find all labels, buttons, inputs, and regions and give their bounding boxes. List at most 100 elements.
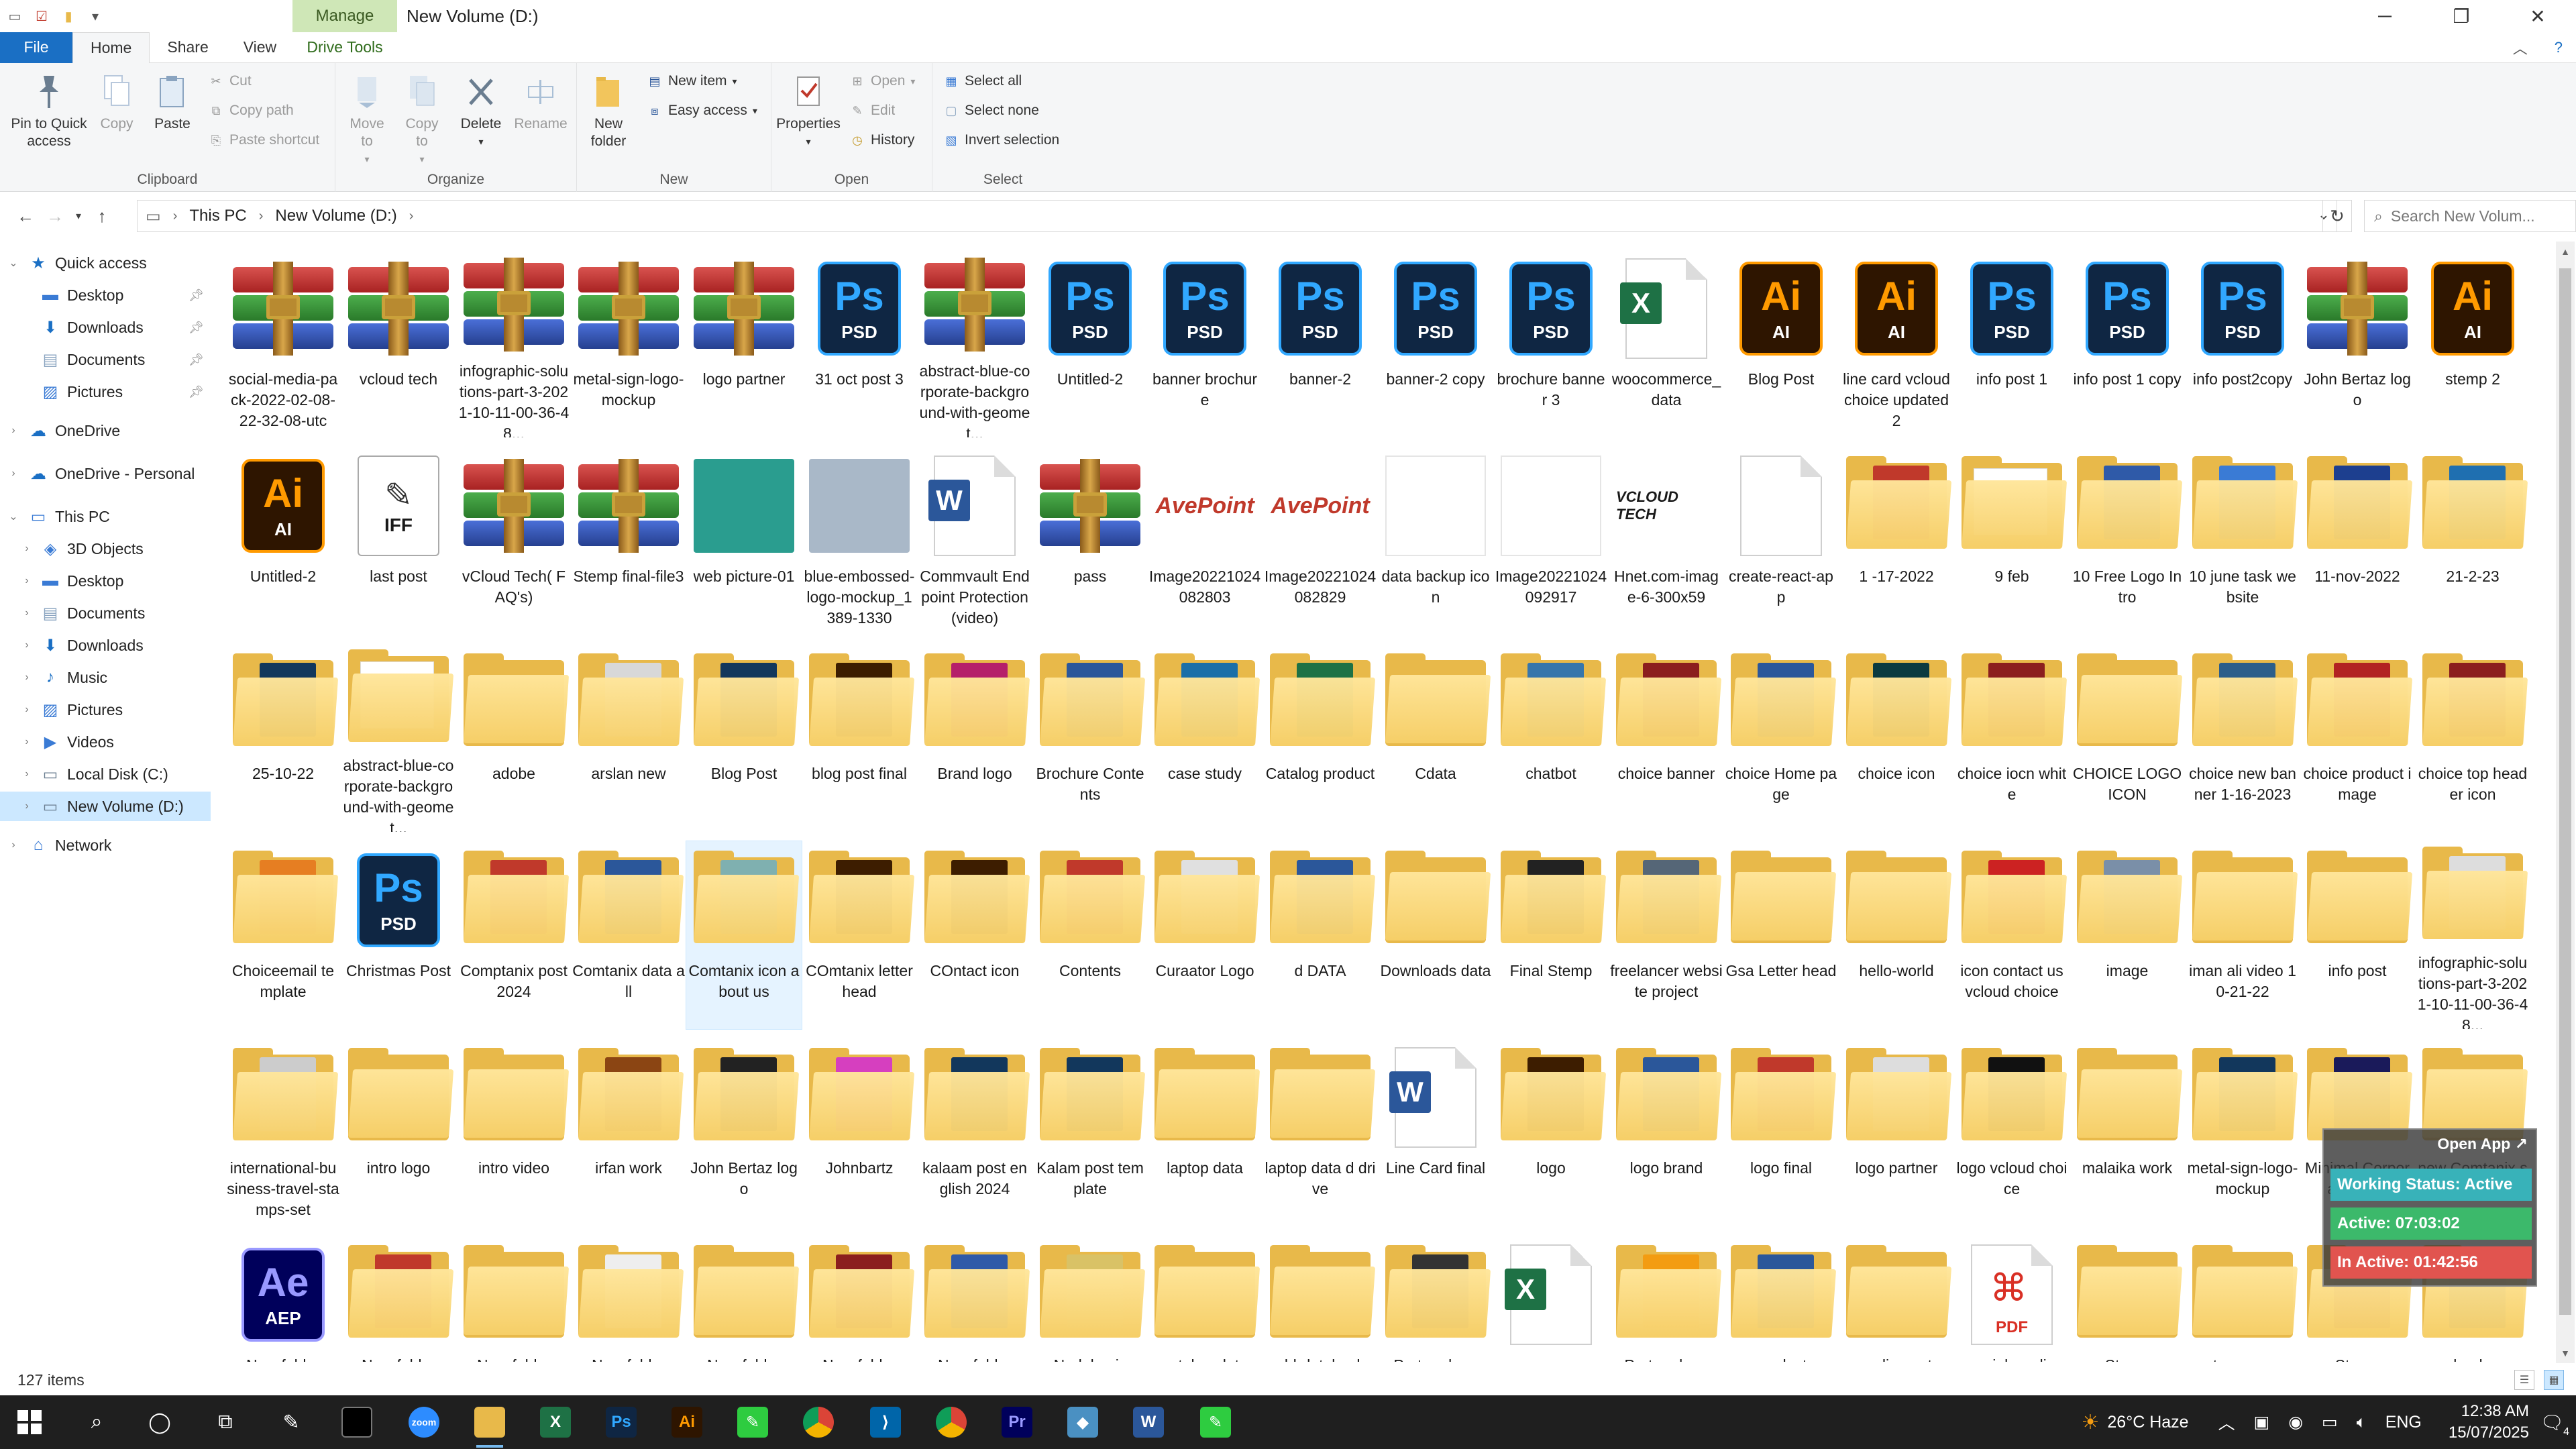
folder-item[interactable]: info post bbox=[2300, 841, 2415, 1029]
folder-item[interactable]: choice icon bbox=[1839, 644, 1954, 832]
file-explorer-icon[interactable] bbox=[463, 1402, 517, 1448]
nav-item[interactable]: › ▨ Pictures bbox=[0, 695, 211, 724]
start-icon[interactable] bbox=[3, 1402, 56, 1442]
photoshop-icon[interactable]: Ps bbox=[594, 1402, 648, 1442]
folder-item[interactable]: metal-sign-logo-mockup bbox=[2185, 1038, 2300, 1226]
file-item[interactable]: data backup icon bbox=[1378, 447, 1493, 635]
file-item[interactable]: Ps PSD banner brochure bbox=[1147, 250, 1263, 437]
file-item[interactable]: blue-embossed-logo-mockup_1389-1330 bbox=[802, 447, 917, 635]
details-view-icon[interactable]: ☰ bbox=[2514, 1370, 2534, 1390]
folder-item[interactable]: logo bbox=[1493, 1038, 1609, 1226]
large-icons-view-icon[interactable]: ▦ bbox=[2544, 1370, 2564, 1390]
copy-button[interactable]: Copy bbox=[95, 71, 138, 133]
cut-button[interactable]: ✂ Cut bbox=[208, 71, 251, 91]
move-to-button[interactable]: Move to ▾ bbox=[345, 71, 389, 168]
tab-home[interactable]: Home bbox=[72, 32, 150, 64]
folder-item[interactable]: New folder bbox=[686, 1236, 802, 1362]
help-icon[interactable]: ? bbox=[2555, 39, 2563, 56]
folder-item[interactable]: adobe bbox=[456, 644, 572, 832]
folder-item[interactable]: irfan work bbox=[571, 1038, 686, 1226]
nav-item[interactable]: ⬇ Downloads 📌︎ bbox=[0, 313, 211, 342]
folder-item[interactable]: New folder bbox=[571, 1236, 686, 1362]
clock[interactable]: 12:38 AM 15/07/2025 bbox=[2449, 1401, 2529, 1444]
tab-file[interactable]: File bbox=[0, 32, 72, 63]
vertical-scrollbar[interactable]: ▲ ▼ bbox=[2556, 241, 2575, 1363]
folder-item[interactable]: Pertner logo bbox=[1609, 1236, 1724, 1362]
file-item[interactable]: Ps PSD Christmas Post bbox=[341, 841, 456, 1029]
folder-item[interactable]: choice iocn white bbox=[1954, 644, 2070, 832]
folder-item[interactable]: John Bertaz logo bbox=[686, 1038, 802, 1226]
select-none-button[interactable]: ▢ Select none bbox=[943, 101, 1038, 121]
folder-item[interactable]: 25-10-22 bbox=[225, 644, 341, 832]
nav-item[interactable]: ▬ Desktop 📌︎ bbox=[0, 280, 211, 310]
folder-item[interactable]: malaika work bbox=[2070, 1038, 2185, 1226]
scroll-up-icon[interactable]: ▲ bbox=[2556, 241, 2575, 262]
chevron-down-icon[interactable]: ⌄ bbox=[7, 256, 20, 270]
record-icon[interactable]: ◉ bbox=[2288, 1412, 2303, 1432]
folder-item[interactable]: abstract-blue-corporate-background-with-… bbox=[341, 644, 456, 832]
folder-item[interactable]: kalaam post english 2024 bbox=[917, 1038, 1032, 1226]
file-item[interactable]: Ps PSD banner-2 copy bbox=[1378, 250, 1493, 437]
chevron-right-icon[interactable]: › bbox=[20, 575, 34, 587]
nav-item[interactable]: ▨ Pictures 📌︎ bbox=[0, 377, 211, 407]
task-view-icon[interactable]: ⧉ bbox=[199, 1402, 252, 1442]
chevron-right-icon[interactable]: › bbox=[7, 468, 20, 480]
folder-item[interactable]: logo partner bbox=[1839, 1038, 1954, 1226]
zoom-icon[interactable]: zoom bbox=[397, 1402, 451, 1442]
nav-item[interactable]: ⌄ ▭ This PC bbox=[0, 502, 211, 531]
file-item[interactable]: AeAEP New folder bbox=[225, 1236, 341, 1362]
nav-item[interactable]: › ☁ OneDrive - Personal bbox=[0, 459, 211, 488]
chevron-right-icon[interactable]: › bbox=[20, 704, 34, 716]
collapse-ribbon-icon[interactable]: ︿ bbox=[2513, 37, 2528, 58]
folder-item[interactable]: 11-nov-2022 bbox=[2300, 447, 2415, 635]
file-item[interactable]: AvePoint Image20221024082829 bbox=[1263, 447, 1378, 635]
folder-item[interactable]: Contents bbox=[1032, 841, 1148, 1029]
restore-button[interactable]: ❐ bbox=[2423, 0, 2500, 32]
folder-item[interactable]: logo vcloud choice bbox=[1954, 1038, 2070, 1226]
tab-view[interactable]: View bbox=[226, 32, 294, 63]
file-item[interactable]: Image20221024092917 bbox=[1493, 447, 1609, 635]
forward-button[interactable]: → bbox=[40, 201, 70, 231]
folder-item[interactable]: product bbox=[1723, 1236, 1839, 1362]
illustrator-icon[interactable]: Ai bbox=[660, 1402, 714, 1442]
chevron-right-icon[interactable]: › bbox=[7, 839, 20, 851]
folder-item[interactable]: Partner logo bbox=[1378, 1236, 1493, 1362]
chevron-right-icon[interactable]: › bbox=[7, 425, 20, 437]
new-folder-button[interactable]: New folder bbox=[586, 71, 631, 150]
scroll-down-icon[interactable]: ▼ bbox=[2556, 1343, 2575, 1363]
folder-item[interactable]: sadiareact bbox=[1839, 1236, 1954, 1362]
folder-item[interactable]: COntact icon bbox=[917, 841, 1032, 1029]
address-bar[interactable]: ▭ › This PC › New Volume (D:) › ⌄ bbox=[137, 200, 2337, 232]
vscode-icon[interactable]: ⟩ bbox=[859, 1402, 912, 1442]
green-app-icon[interactable]: ✎ bbox=[726, 1402, 780, 1442]
nav-item[interactable]: › ⌂ Network bbox=[0, 830, 211, 860]
file-item[interactable]: Ps PSD brochure banner 3 bbox=[1493, 250, 1609, 437]
file-item[interactable]: metal-sign-logo-mockup bbox=[571, 250, 686, 437]
file-item[interactable]: Stemp final-file3 bbox=[571, 447, 686, 635]
nav-item[interactable]: › ▭ Local Disk (C:) bbox=[0, 759, 211, 789]
folder-item[interactable]: logo brand bbox=[1609, 1038, 1724, 1226]
file-item[interactable]: abstract-blue-corporate-background-with-… bbox=[917, 250, 1032, 437]
folder-item[interactable]: 21-2-23 bbox=[2415, 447, 2530, 635]
file-item[interactable]: infographic-solutions-part-3-2021-10-11-… bbox=[456, 250, 572, 437]
show-hidden-icons-icon[interactable]: ︿ bbox=[2218, 1410, 2235, 1434]
file-item[interactable]: social-media-pack-2022-02-08-22-32-08-ut… bbox=[225, 250, 341, 437]
scroll-thumb[interactable] bbox=[2559, 268, 2571, 1315]
folder-item[interactable]: old-databack bbox=[1263, 1236, 1378, 1362]
chrome-icon[interactable] bbox=[792, 1402, 845, 1442]
folder-item[interactable]: Cdata bbox=[1378, 644, 1493, 832]
notifications-icon[interactable]: 🗨︎ bbox=[2540, 1411, 2564, 1434]
camera-icon[interactable]: ▣ bbox=[2254, 1412, 2270, 1432]
file-item[interactable]: Ai AI Untitled-2 bbox=[225, 447, 341, 635]
folder-item[interactable]: icon contact us vcloud choice bbox=[1954, 841, 2070, 1029]
nav-item[interactable]: › ◈ 3D Objects bbox=[0, 534, 211, 564]
folder-item[interactable]: hello-world bbox=[1839, 841, 1954, 1029]
file-item[interactable]: Ps PSD Untitled-2 bbox=[1032, 250, 1148, 437]
folder-item[interactable]: choice Home page bbox=[1723, 644, 1839, 832]
open-button[interactable]: ⊞ Open ▾ bbox=[849, 71, 915, 91]
folder-item[interactable]: CHOICE LOGO ICON bbox=[2070, 644, 2185, 832]
folder-item[interactable]: 10 Free Logo Intro bbox=[2070, 447, 2185, 635]
pen-icon[interactable]: ✎ bbox=[264, 1402, 318, 1442]
chevron-right-icon[interactable]: › bbox=[20, 639, 34, 651]
file-item[interactable]: W Line Card final bbox=[1378, 1038, 1493, 1226]
